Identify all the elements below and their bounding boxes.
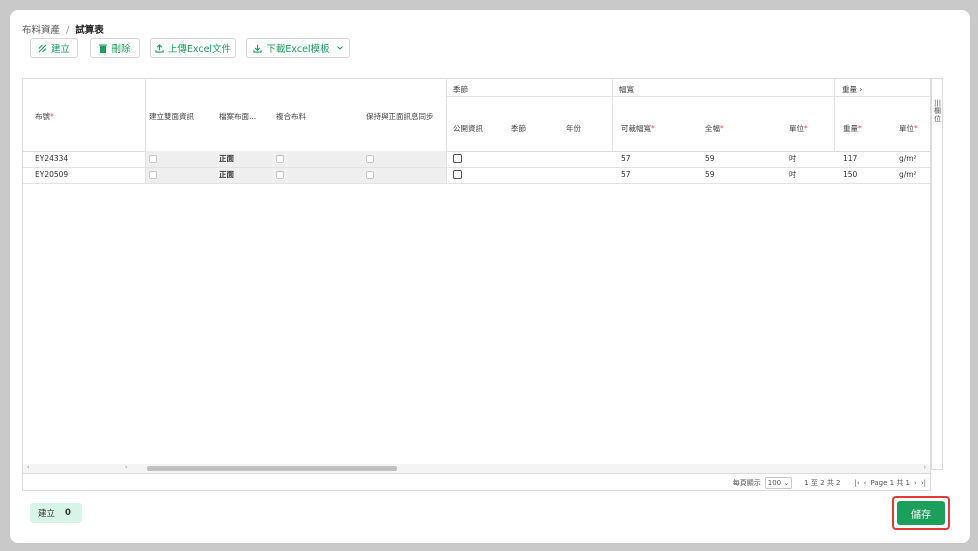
sync-checkbox[interactable]: [366, 155, 374, 163]
cell-width-unit[interactable]: 吋: [789, 167, 797, 183]
table-row[interactable]: EY24334 正面 57 59 吋 117 g/m²: [23, 151, 930, 167]
next-page-icon[interactable]: ›: [914, 479, 917, 487]
upload-icon: [155, 43, 164, 53]
cell-weight-unit[interactable]: g/m²: [899, 151, 917, 167]
cell-full-width[interactable]: 59: [705, 151, 715, 167]
col-header-weight[interactable]: 重量*: [843, 123, 862, 134]
col-header-composite[interactable]: 複合布料: [276, 111, 306, 122]
cell-width-unit[interactable]: 吋: [789, 151, 797, 167]
group-header-weight[interactable]: 重量 ›: [842, 84, 862, 95]
chevron-down-icon: [336, 46, 343, 50]
group-header-season: 季節: [453, 85, 468, 94]
col-header-width-unit[interactable]: 單位*: [789, 123, 808, 134]
page-range: 1 至 2 共 2: [804, 479, 841, 487]
col-header-full-width[interactable]: 全幅*: [705, 123, 724, 134]
download-template-button[interactable]: 下載Excel模板: [246, 38, 350, 58]
first-page-icon[interactable]: |‹: [855, 479, 860, 487]
group-header-width: 幅寬: [619, 85, 634, 94]
columns-icon: |||: [934, 99, 942, 107]
public-info-checkbox[interactable]: [453, 154, 462, 163]
composite-checkbox[interactable]: [276, 155, 284, 163]
col-header-sync[interactable]: 保持與正面訊息同步: [366, 111, 434, 122]
columns-panel-label: 欄位: [934, 107, 941, 123]
cell-face-side[interactable]: 正面: [219, 167, 234, 183]
create-icon: [38, 44, 47, 53]
scroll-right-icon[interactable]: ›: [125, 464, 127, 471]
cell-weight[interactable]: 150: [843, 167, 857, 183]
table-row[interactable]: EY20509 正面 57 59 吋 150 g/m²: [23, 167, 930, 183]
col-header-face-side[interactable]: 檔案布面...: [219, 111, 256, 122]
create-count-value: 0: [65, 508, 71, 518]
breadcrumb-separator: /: [66, 25, 70, 36]
spreadsheet-grid: 季節 幅寬 重量 › 布號* 建立雙面資訊 檔案布面... 複合布料 保持與正面…: [22, 78, 931, 491]
trash-icon: [99, 44, 108, 53]
columns-side-panel[interactable]: ||| 欄位: [931, 78, 943, 470]
cell-weight-unit[interactable]: g/m²: [899, 167, 917, 183]
cell-face-side[interactable]: 正面: [219, 151, 234, 167]
upload-excel-button[interactable]: 上傳Excel文件: [150, 38, 236, 58]
last-page-icon[interactable]: ›|: [921, 479, 926, 487]
scrollbar-thumb[interactable]: [147, 466, 397, 471]
cell-fabric-no[interactable]: EY24334: [35, 151, 68, 167]
col-header-season[interactable]: 季節: [511, 123, 526, 134]
cell-usable-width[interactable]: 57: [621, 167, 631, 183]
create-count-badge: 建立 0: [30, 503, 82, 523]
chevron-right-icon: ›: [859, 85, 863, 94]
create-double-checkbox[interactable]: [149, 171, 157, 179]
sync-checkbox[interactable]: [366, 171, 374, 179]
horizontal-scrollbar[interactable]: ‹ › ›: [23, 464, 930, 473]
cell-fabric-no[interactable]: EY20509: [35, 167, 68, 183]
group-divider: [446, 96, 930, 97]
composite-checkbox[interactable]: [276, 171, 284, 179]
scroll-left-icon[interactable]: ‹: [27, 464, 29, 471]
cell-usable-width[interactable]: 57: [621, 151, 631, 167]
pagination: 每頁顯示 100 ⌄ 1 至 2 共 2 |‹ ‹ Page 1 共 1 › ›…: [733, 477, 926, 489]
breadcrumb-parent[interactable]: 布料資產: [22, 25, 60, 36]
cell-full-width[interactable]: 59: [705, 167, 715, 183]
delete-button[interactable]: 刪除: [90, 38, 140, 58]
col-header-fabric-no[interactable]: 布號*: [35, 111, 54, 122]
create-double-checkbox[interactable]: [149, 155, 157, 163]
per-page-select[interactable]: 100 ⌄: [764, 477, 793, 489]
save-button[interactable]: 儲存: [897, 501, 945, 525]
cell-weight[interactable]: 117: [843, 151, 857, 167]
create-count-label: 建立: [38, 509, 56, 519]
prev-page-icon[interactable]: ‹: [864, 479, 867, 487]
col-header-weight-unit[interactable]: 單位*: [899, 123, 918, 134]
breadcrumb-current: 試算表: [75, 25, 104, 36]
per-page-label: 每頁顯示: [732, 479, 761, 487]
col-header-year[interactable]: 年份: [566, 123, 581, 134]
col-header-create-double[interactable]: 建立雙面資訊: [149, 111, 194, 122]
create-button[interactable]: 建立: [30, 38, 78, 58]
col-header-usable-width[interactable]: 可裁幅寬*: [621, 123, 655, 134]
download-icon: [253, 44, 263, 53]
page-indicator: Page 1 共 1: [870, 479, 911, 487]
breadcrumb: 布料資產 / 試算表: [22, 22, 104, 36]
chevron-down-icon: ⌄: [783, 479, 790, 487]
col-header-public-info[interactable]: 公開資訊: [453, 123, 483, 134]
public-info-checkbox[interactable]: [453, 170, 462, 179]
save-button-highlight: 儲存: [892, 496, 950, 530]
scroll-end-icon[interactable]: ›: [924, 464, 926, 471]
